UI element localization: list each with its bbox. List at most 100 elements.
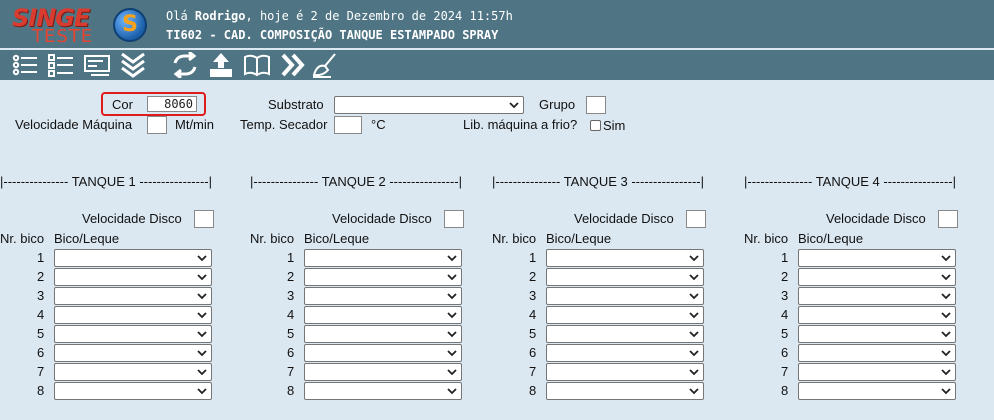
tank-1-bico-leque-select[interactable]	[54, 306, 212, 324]
substrato-select[interactable]	[334, 96, 524, 114]
chevron-down-icon	[447, 388, 457, 395]
broom-icon[interactable]	[310, 52, 340, 78]
temp-secador-unit: °C	[371, 117, 386, 132]
refresh-icon[interactable]	[170, 52, 200, 78]
tank-2-nr-bico: 1	[287, 250, 295, 265]
tank-1-bico-leque-select[interactable]	[54, 268, 212, 286]
tank-3-bico-leque-header: Bico/Leque	[546, 231, 612, 246]
fast-forward-icon[interactable]	[278, 52, 308, 78]
temp-secador-label: Temp. Secador	[240, 117, 328, 132]
chevron-down-icon	[941, 293, 951, 300]
tank-2-velocidade-label: Velocidade Disco	[332, 211, 432, 226]
tank-2-bico-leque-select[interactable]	[304, 306, 462, 324]
tank-3-nr-bico: 7	[529, 364, 537, 379]
user-name: Rodrigo	[194, 9, 246, 23]
tank-3-bico-leque-select[interactable]	[546, 268, 704, 286]
velocidade-maquina-input[interactable]	[147, 116, 167, 134]
chevron-down-icon	[197, 388, 207, 395]
chevron-down-icon	[941, 274, 951, 281]
tank-3-bico-leque-select[interactable]	[546, 306, 704, 324]
tank-2-bico-leque-select[interactable]	[304, 325, 462, 343]
tank-1-velocidade-label: Velocidade Disco	[82, 211, 182, 226]
tank-4-bico-leque-header: Bico/Leque	[798, 231, 864, 246]
tank-2-bico-leque-select[interactable]	[304, 363, 462, 381]
tank-4-velocidade-input[interactable]	[938, 210, 958, 228]
greeting-prefix: Olá	[166, 9, 188, 23]
list-icon[interactable]	[10, 52, 40, 78]
chevron-down-icon	[941, 350, 951, 357]
tank-3-bico-leque-select[interactable]	[546, 287, 704, 305]
tank-1-bico-leque-select[interactable]	[54, 287, 212, 305]
tank-2-bico-leque-select[interactable]	[304, 287, 462, 305]
velocidade-maquina-unit: Mt/min	[175, 117, 214, 132]
chevron-down-icon	[689, 331, 699, 338]
greeting-line: Olá Rodrigo, hoje é 2 de Dezembro de 202…	[166, 9, 513, 23]
cor-input[interactable]: 8060	[147, 96, 197, 112]
chevron-down-icon	[689, 350, 699, 357]
tank-3-velocidade-input[interactable]	[686, 210, 706, 228]
chevrons-down-icon[interactable]	[118, 52, 148, 78]
tank-2-velocidade-input[interactable]	[444, 210, 464, 228]
tank-1-bico-leque-select[interactable]	[54, 363, 212, 381]
tank-4-bico-leque-select[interactable]	[798, 287, 956, 305]
tank-2-bico-leque-select[interactable]	[304, 344, 462, 362]
tank-3-nr-bico: 6	[529, 345, 537, 360]
tank-1-nr-bico: 5	[37, 326, 45, 341]
tank-4-nr-bico: 4	[781, 307, 789, 322]
tank-3-bico-leque-select[interactable]	[546, 363, 704, 381]
app-header: SINGE TESTE S Olá Rodrigo, hoje é 2 de D…	[0, 0, 994, 48]
tank-2-nr-bico: 2	[287, 269, 295, 284]
chevron-down-icon	[447, 369, 457, 376]
tank-1-bico-leque-select[interactable]	[54, 325, 212, 343]
tank-3-nr-bico-header: Nr. bico	[492, 231, 537, 246]
chevron-down-icon	[689, 255, 699, 262]
tank-4-bico-leque-select[interactable]	[798, 268, 956, 286]
card-icon[interactable]	[82, 52, 112, 78]
lib-maquina-label: Lib. máquina a frio?	[463, 117, 578, 132]
tank-1-nr-bico: 3	[37, 288, 45, 303]
tank-1-velocidade-input[interactable]	[194, 210, 214, 228]
tank-3-nr-bico: 5	[529, 326, 537, 341]
chevron-down-icon	[941, 388, 951, 395]
tank-4-nr-bico: 8	[781, 383, 789, 398]
tank-1-bico-leque-select[interactable]	[54, 344, 212, 362]
tank-4-nr-bico: 2	[781, 269, 789, 284]
tank-1-nr-bico: 7	[37, 364, 45, 379]
tank-4-bico-leque-select[interactable]	[798, 382, 956, 400]
tank-1-bico-leque-select[interactable]	[54, 249, 212, 267]
tank-4-bico-leque-select[interactable]	[798, 306, 956, 324]
tank-3-bico-leque-select[interactable]	[546, 325, 704, 343]
tank-1-nr-bico: 2	[37, 269, 45, 284]
tank-3-velocidade-label: Velocidade Disco	[574, 211, 674, 226]
tank-2-bico-leque-select[interactable]	[304, 382, 462, 400]
tank-1-nr-bico: 8	[37, 383, 45, 398]
tank-1-nr-bico: 1	[37, 250, 45, 265]
tank-3-nr-bico: 8	[529, 383, 537, 398]
chevron-down-icon	[447, 293, 457, 300]
tank-3-bico-leque-select[interactable]	[546, 249, 704, 267]
grupo-input[interactable]	[586, 96, 606, 114]
chevron-down-icon	[941, 312, 951, 319]
singe-logo: SINGE TESTE	[10, 4, 106, 47]
checklist-icon[interactable]	[46, 52, 76, 78]
tank-1-nr-bico-header: Nr. bico	[0, 231, 45, 246]
chevron-down-icon	[197, 331, 207, 338]
tank-4-bico-leque-select[interactable]	[798, 325, 956, 343]
chevron-down-icon	[941, 369, 951, 376]
tank-2-bico-leque-select[interactable]	[304, 268, 462, 286]
book-icon[interactable]	[242, 52, 272, 78]
upload-icon[interactable]	[206, 52, 236, 78]
tank-3-bico-leque-select[interactable]	[546, 344, 704, 362]
tank-4-bico-leque-select[interactable]	[798, 363, 956, 381]
temp-secador-input[interactable]	[334, 116, 362, 134]
lib-maquina-checkbox[interactable]	[590, 120, 601, 131]
tank-4-nr-bico: 1	[781, 250, 789, 265]
tank-1-nr-bico: 4	[37, 307, 45, 322]
tank-1-bico-leque-select[interactable]	[54, 382, 212, 400]
chevron-down-icon	[447, 255, 457, 262]
tank-4-bico-leque-select[interactable]	[798, 249, 956, 267]
screen-title: TI602 - CAD. COMPOSIÇÃO TANQUE ESTAMPADO…	[166, 28, 499, 42]
tank-2-bico-leque-select[interactable]	[304, 249, 462, 267]
tank-4-bico-leque-select[interactable]	[798, 344, 956, 362]
tank-3-bico-leque-select[interactable]	[546, 382, 704, 400]
